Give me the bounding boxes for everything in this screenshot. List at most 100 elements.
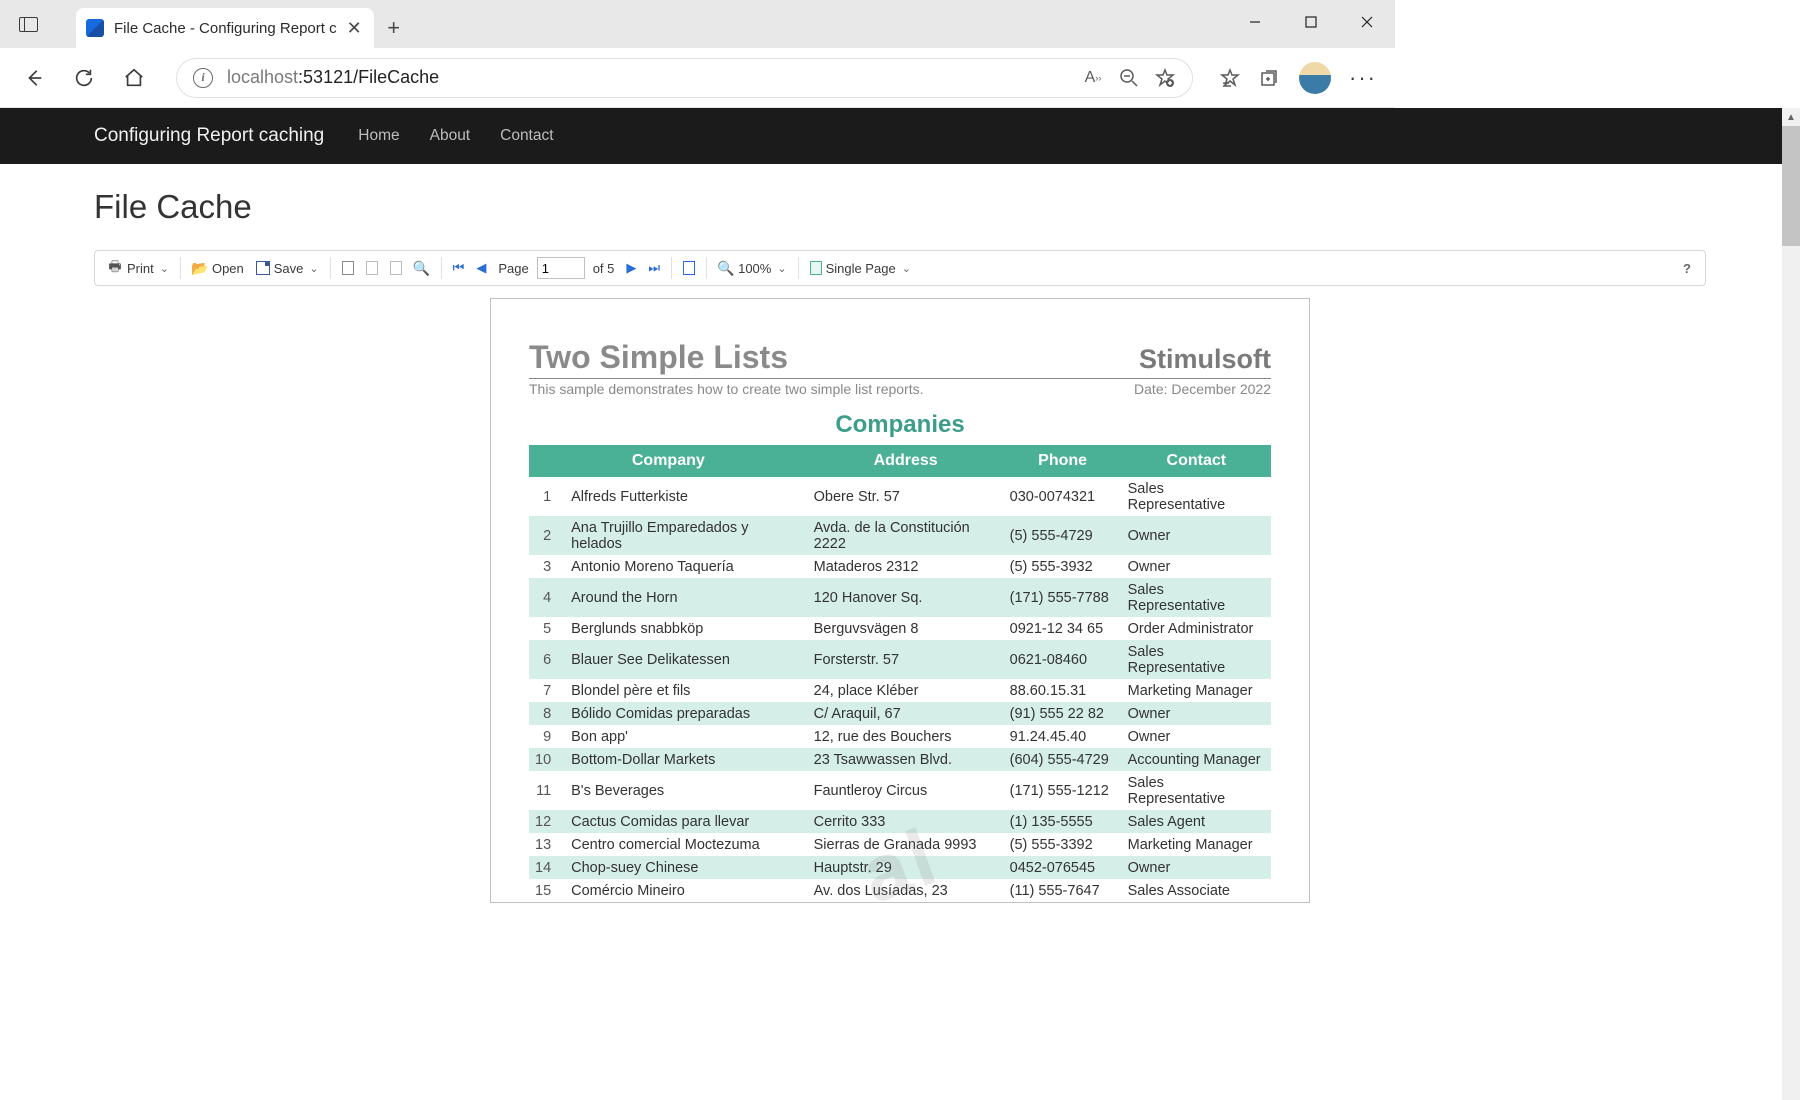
cell-address: Cerrito 333 [808,810,1004,833]
cell-index: 2 [529,516,565,555]
cell-address: Sierras de Granada 9993 [808,833,1004,856]
browser-tab[interactable]: File Cache - Configuring Report c ✕ [76,8,374,48]
print-button[interactable]: 🖶Print [103,254,173,282]
profile-avatar[interactable] [1299,62,1331,94]
new-tab-button[interactable]: + [374,8,414,48]
parameters-button[interactable] [362,254,382,282]
table-row: 11B's BeveragesFauntleroy Circus(171) 55… [529,771,1271,810]
scroll-up-icon[interactable]: ▲ [1782,108,1800,126]
site-brand[interactable]: Configuring Report caching [94,125,324,147]
report-toolbar: 🖶Print 📂Open Save 🔍 ⏮ ◀ Page of 5 ▶ ⏭ 🔍1… [94,250,1706,286]
cell-company: Cactus Comidas para llevar [565,810,807,833]
table-row: 15Comércio MineiroAv. dos Lusíadas, 23(1… [529,879,1271,902]
tab-close-button[interactable]: ✕ [347,18,362,39]
save-icon [256,261,270,275]
cell-phone: (11) 555-7647 [1004,879,1122,902]
table-row: 1Alfreds FutterkisteObere Str. 57030-007… [529,477,1271,516]
address-bar: i localhost:53121/FileCache A›› ··· [0,48,1395,108]
report-title: Two Simple Lists [529,339,788,376]
cell-index: 14 [529,856,565,879]
cell-contact: Accounting Manager [1122,748,1271,771]
scroll-thumb[interactable] [1782,126,1800,246]
site-info-icon[interactable]: i [193,68,213,88]
cell-phone: 88.60.15.31 [1004,679,1122,702]
cell-address: C/ Araquil, 67 [808,702,1004,725]
maximize-button[interactable] [1283,0,1339,44]
report-brand: Stimulsoft [1139,344,1271,375]
close-window-button[interactable] [1339,0,1395,44]
nav-home[interactable]: Home [358,127,399,145]
favorites-icon[interactable] [1219,67,1241,89]
cell-contact: Marketing Manager [1122,679,1271,702]
cell-address: Av. dos Lusíadas, 23 [808,879,1004,902]
bookmarks-button[interactable] [338,254,358,282]
cell-address: Avda. de la Constitución 2222 [808,516,1004,555]
cell-index: 6 [529,640,565,679]
cell-phone: (171) 555-7788 [1004,578,1122,617]
cell-address: 120 Hanover Sq. [808,578,1004,617]
cell-phone: 91.24.45.40 [1004,725,1122,748]
table-row: 13Centro comercial MoctezumaSierras de G… [529,833,1271,856]
cell-index: 4 [529,578,565,617]
cell-company: Blauer See Delikatessen [565,640,807,679]
cell-phone: (5) 555-3392 [1004,833,1122,856]
cell-company: Antonio Moreno Taquería [565,555,807,578]
read-aloud-icon[interactable]: A›› [1082,67,1104,89]
nav-about[interactable]: About [430,127,471,145]
cell-address: Forsterstr. 57 [808,640,1004,679]
next-icon: ▶ [626,260,636,276]
cell-phone: (604) 555-4729 [1004,748,1122,771]
cell-contact: Marketing Manager [1122,833,1271,856]
table-row: 5Berglunds snabbköpBerguvsvägen 80921-12… [529,617,1271,640]
tab-actions-button[interactable] [0,0,56,48]
cell-address: 24, place Kléber [808,679,1004,702]
home-button[interactable] [118,62,150,94]
cell-contact: Sales Representative [1122,578,1271,617]
cell-index: 5 [529,617,565,640]
resources-button[interactable] [386,254,406,282]
first-page-button[interactable]: ⏮ [449,254,469,282]
zoom-out-icon[interactable] [1118,67,1140,89]
help-button[interactable]: ? [1683,261,1697,276]
fullscreen-icon [683,261,695,275]
url-field[interactable]: i localhost:53121/FileCache A›› [176,58,1193,98]
cell-company: Blondel père et fils [565,679,807,702]
minimize-button[interactable] [1227,0,1283,44]
cell-address: 23 Tsawwassen Blvd. [808,748,1004,771]
print-icon: 🖶 [107,260,123,276]
cell-contact: Order Administrator [1122,617,1271,640]
back-button[interactable] [18,62,50,94]
nav-contact[interactable]: Contact [500,127,553,145]
cell-index: 7 [529,679,565,702]
cell-company: B's Beverages [565,771,807,810]
refresh-button[interactable] [68,62,100,94]
view-mode-button[interactable]: Single Page [806,254,915,282]
zoom-button[interactable]: 🔍100% [714,254,790,282]
page-indicator: Page of 5 [494,254,618,282]
settings-menu-button[interactable]: ··· [1349,65,1377,91]
table-row: 12Cactus Comidas para llevarCerrito 333(… [529,810,1271,833]
favorite-add-icon[interactable] [1154,67,1176,89]
find-button[interactable]: 🔍 [410,254,434,282]
cell-address: Berguvsvägen 8 [808,617,1004,640]
next-page-button[interactable]: ▶ [622,254,640,282]
open-button[interactable]: 📂Open [188,254,248,282]
cell-contact: Owner [1122,555,1271,578]
col-company: Company [529,445,808,477]
collections-icon[interactable] [1259,67,1281,89]
fullscreen-button[interactable] [679,254,699,282]
title-bar: File Cache - Configuring Report c ✕ + [0,0,1395,48]
cell-company: Around the Horn [565,578,807,617]
vertical-scrollbar[interactable]: ▲ [1782,108,1800,1100]
page-number-input[interactable] [537,257,585,279]
cell-address: Mataderos 2312 [808,555,1004,578]
last-page-button[interactable]: ⏭ [644,254,664,282]
table-row: 9Bon app'12, rue des Bouchers91.24.45.40… [529,725,1271,748]
page-icon [390,261,402,275]
cell-index: 15 [529,879,565,902]
cell-index: 13 [529,833,565,856]
prev-page-button[interactable]: ◀ [472,254,490,282]
save-button[interactable]: Save [252,254,323,282]
folder-icon: 📂 [192,260,208,276]
cell-company: Comércio Mineiro [565,879,807,902]
